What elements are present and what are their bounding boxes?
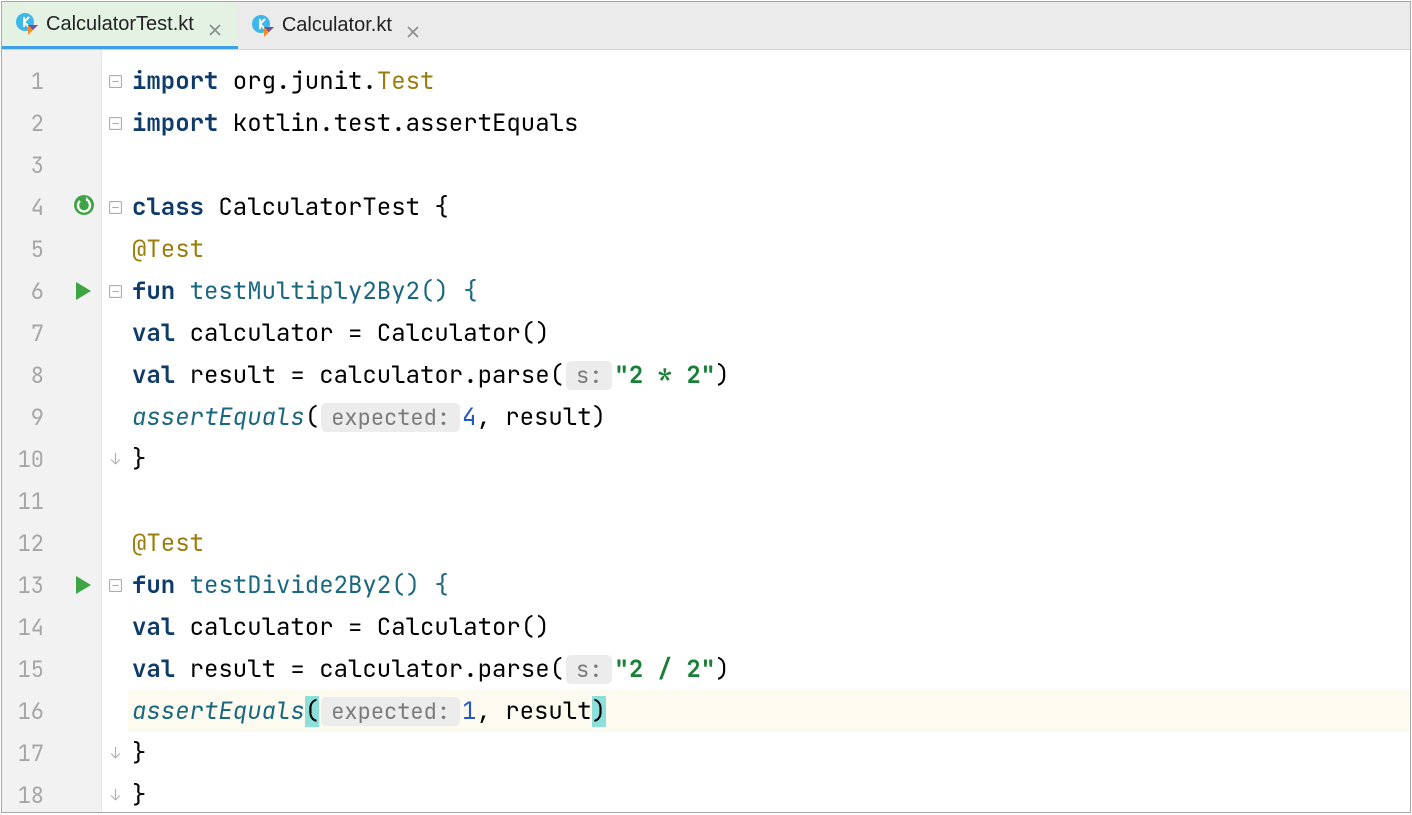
- tab-calculatortest[interactable]: CalculatorTest.kt: [2, 2, 238, 49]
- code-line[interactable]: val calculator = Calculator(): [128, 606, 1410, 648]
- code-line[interactable]: import org.junit.Test: [128, 60, 1410, 102]
- line-number: 8: [16, 361, 44, 390]
- code-area[interactable]: import org.junit.Test import kotlin.test…: [128, 50, 1410, 812]
- param-hint: expected:: [321, 403, 460, 432]
- fold-toggle-icon[interactable]: [108, 578, 123, 593]
- param-hint: s:: [566, 655, 612, 684]
- code-line[interactable]: }: [128, 438, 1410, 480]
- fold-column: [102, 50, 128, 812]
- code-line[interactable]: fun testDivide2By2() {: [128, 564, 1410, 606]
- line-number: 1: [16, 67, 44, 96]
- line-number: 5: [16, 235, 44, 264]
- ide-window: CalculatorTest.kt Calculator.kt 1 2 3 4: [1, 1, 1411, 813]
- code-line[interactable]: val calculator = Calculator(): [128, 312, 1410, 354]
- line-number: 17: [16, 739, 44, 768]
- code-line[interactable]: }: [128, 732, 1410, 774]
- line-number: 14: [16, 613, 44, 642]
- line-number: 2: [16, 109, 44, 138]
- code-line[interactable]: }: [128, 774, 1410, 812]
- tab-label: CalculatorTest.kt: [46, 13, 194, 36]
- code-line[interactable]: assertEquals( expected: 1, result): [128, 690, 1410, 732]
- line-number: 13: [16, 571, 44, 600]
- line-number: 15: [16, 655, 44, 684]
- param-hint: s:: [566, 361, 612, 390]
- close-icon[interactable]: [208, 17, 222, 31]
- line-number: 9: [16, 403, 44, 432]
- fold-end-icon[interactable]: [108, 452, 123, 467]
- line-number: 18: [16, 781, 44, 810]
- fold-toggle-icon[interactable]: [108, 74, 123, 89]
- line-number: 6: [16, 277, 44, 306]
- line-number: 10: [16, 445, 44, 474]
- code-line[interactable]: fun testMultiply2By2() {: [128, 270, 1410, 312]
- gutter: 1 2 3 4 5 6 7 8 9 10 11 12 13 14 15 16 1…: [2, 50, 102, 812]
- line-number: 3: [16, 151, 44, 180]
- run-test-icon[interactable]: [76, 576, 91, 594]
- tab-bar: CalculatorTest.kt Calculator.kt: [2, 2, 1410, 50]
- tab-label: Calculator.kt: [282, 14, 392, 37]
- tab-calculator[interactable]: Calculator.kt: [238, 2, 436, 49]
- line-number: 11: [16, 487, 44, 516]
- run-test-icon[interactable]: [76, 282, 91, 300]
- code-line[interactable]: val result = calculator.parse( s: "2 / 2…: [128, 648, 1410, 690]
- code-line[interactable]: val result = calculator.parse( s: "2 * 2…: [128, 354, 1410, 396]
- fold-toggle-icon[interactable]: [108, 284, 123, 299]
- line-number: 4: [16, 193, 44, 222]
- fold-end-icon[interactable]: [108, 746, 123, 761]
- code-line[interactable]: class CalculatorTest {: [128, 186, 1410, 228]
- kotlin-file-icon: [252, 15, 274, 37]
- kotlin-file-icon: [16, 13, 38, 35]
- fold-toggle-icon[interactable]: [108, 116, 123, 131]
- line-number: 12: [16, 529, 44, 558]
- run-class-icon[interactable]: [73, 194, 95, 221]
- editor: 1 2 3 4 5 6 7 8 9 10 11 12 13 14 15 16 1…: [2, 50, 1410, 812]
- code-line[interactable]: assertEquals( expected: 4, result): [128, 396, 1410, 438]
- line-number: 7: [16, 319, 44, 348]
- close-icon[interactable]: [406, 19, 420, 33]
- code-line[interactable]: [128, 480, 1410, 522]
- param-hint: expected:: [321, 697, 460, 726]
- fold-end-icon[interactable]: [108, 788, 123, 803]
- code-line[interactable]: @Test: [128, 522, 1410, 564]
- line-number: 16: [16, 697, 44, 726]
- code-line[interactable]: [128, 144, 1410, 186]
- code-line[interactable]: @Test: [128, 228, 1410, 270]
- fold-toggle-icon[interactable]: [108, 200, 123, 215]
- code-line[interactable]: import kotlin.test.assertEquals: [128, 102, 1410, 144]
